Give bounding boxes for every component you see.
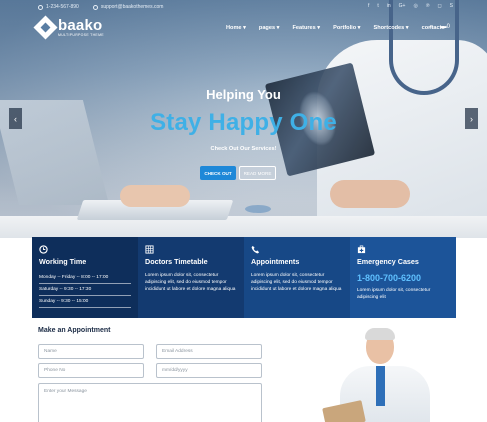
logo[interactable]: baako MULTIPURPOSE THEME bbox=[33, 15, 104, 40]
nav-item[interactable]: pages ▾ bbox=[259, 25, 280, 31]
calendar-icon bbox=[145, 245, 154, 254]
emergency-text: Lorem ipsum dolor sit, consectetur adipi… bbox=[357, 288, 431, 301]
skype-icon[interactable]: S bbox=[450, 3, 453, 9]
date-input[interactable]: mm/dd/yyyy bbox=[156, 363, 262, 378]
linkedin-icon[interactable]: in bbox=[387, 3, 391, 9]
read-more-button[interactable]: READ MORE bbox=[239, 166, 276, 180]
nav-item[interactable]: Features ▾ bbox=[292, 25, 320, 31]
emergency-title: Emergency Cases bbox=[357, 257, 419, 266]
top-bar: 1-234-567-890 support@baakothemes.com f t… bbox=[0, 0, 487, 14]
phone-input[interactable]: Phone No bbox=[38, 363, 144, 378]
nav-item[interactable]: Home ▾ bbox=[226, 25, 246, 31]
facebook-icon[interactable]: f bbox=[368, 3, 369, 9]
email-input[interactable]: Email Address bbox=[156, 344, 262, 359]
working-time-row: Saturday -- 9:30 -- 17:30 bbox=[39, 284, 131, 297]
clock-icon bbox=[39, 245, 48, 254]
emergency-box: Emergency Cases 1-800-700-6200 Lorem ips… bbox=[350, 237, 456, 318]
emergency-phone[interactable]: 1-800-700-6200 bbox=[357, 272, 450, 286]
page: 1-234-567-890 support@baakothemes.com f t… bbox=[0, 0, 487, 422]
working-time-title: Working Time bbox=[39, 257, 87, 266]
name-input[interactable]: Name bbox=[38, 344, 144, 359]
doctors-timetable-title: Doctors Timetable bbox=[145, 257, 208, 266]
phone-icon bbox=[251, 245, 260, 254]
github-icon[interactable]: ◎ bbox=[413, 3, 417, 9]
appointments-box: Appointments Lorem ipsum dolor sit, cons… bbox=[244, 237, 350, 318]
doctor-portrait bbox=[320, 328, 440, 422]
pinterest-icon[interactable]: ℗ bbox=[426, 3, 430, 9]
cart-button[interactable]: ▬0 bbox=[441, 24, 450, 31]
search-icon[interactable]: ⌕ bbox=[429, 24, 432, 31]
doctors-timetable-box: Doctors Timetable Lorem ipsum dolor sit,… bbox=[138, 237, 244, 318]
appointment-title: Make an Appointment bbox=[38, 327, 111, 334]
hero-banner: 1-234-567-890 support@baakothemes.com f t… bbox=[0, 0, 487, 238]
info-boxes: Working Time Monday -- Friday -- 8:00 --… bbox=[32, 237, 456, 318]
mail-icon bbox=[92, 4, 98, 10]
working-time-box: Working Time Monday -- Friday -- 8:00 --… bbox=[32, 237, 138, 318]
nav-item[interactable]: Shortcodes ▾ bbox=[373, 25, 408, 31]
appointments-text: Lorem ipsum dolor sit, consectetur adipi… bbox=[251, 272, 342, 293]
medkit-icon bbox=[357, 245, 366, 254]
twitter-icon[interactable]: t bbox=[377, 3, 378, 9]
google-plus-icon[interactable]: G+ bbox=[399, 3, 406, 9]
instagram-icon[interactable]: ◻ bbox=[438, 3, 442, 9]
phone-contact[interactable]: 1-234-567-890 bbox=[38, 4, 79, 10]
check-out-button[interactable]: CHECK OUT bbox=[200, 166, 236, 180]
working-time-row: Sunday -- 9:30 -- 15:00 bbox=[39, 296, 131, 309]
hero-title: Stay Happy One bbox=[150, 109, 337, 136]
nav-icons: ⌕ ▬0 bbox=[429, 24, 450, 31]
hero-cta-text: Check Out Our Services! bbox=[210, 146, 277, 152]
nav-item[interactable]: Portfolio ▾ bbox=[333, 25, 360, 31]
logo-icon bbox=[33, 15, 58, 40]
stethoscope-image bbox=[389, 0, 459, 95]
hero-subtitle: Helping You bbox=[206, 87, 281, 102]
logo-tagline: MULTIPURPOSE THEME bbox=[58, 33, 104, 37]
message-textarea[interactable]: Enter your Message bbox=[38, 383, 262, 422]
appointments-title: Appointments bbox=[251, 257, 300, 266]
doctors-timetable-text: Lorem ipsum dolor sit, consectetur adipi… bbox=[145, 272, 236, 293]
email-contact[interactable]: support@baakothemes.com bbox=[92, 4, 163, 10]
logo-name: baako bbox=[58, 17, 103, 34]
phone-icon bbox=[38, 4, 43, 10]
working-time-row: Monday -- Friday -- 8:00 -- 17:00 bbox=[39, 272, 131, 284]
main-nav: Home ▾ pages ▾ Features ▾ Portfolio ▾ Shortc… bbox=[226, 25, 445, 31]
social-links: f t in G+ ◎ ℗ ◻ S bbox=[368, 3, 453, 9]
cart-count: 0 bbox=[446, 24, 450, 30]
